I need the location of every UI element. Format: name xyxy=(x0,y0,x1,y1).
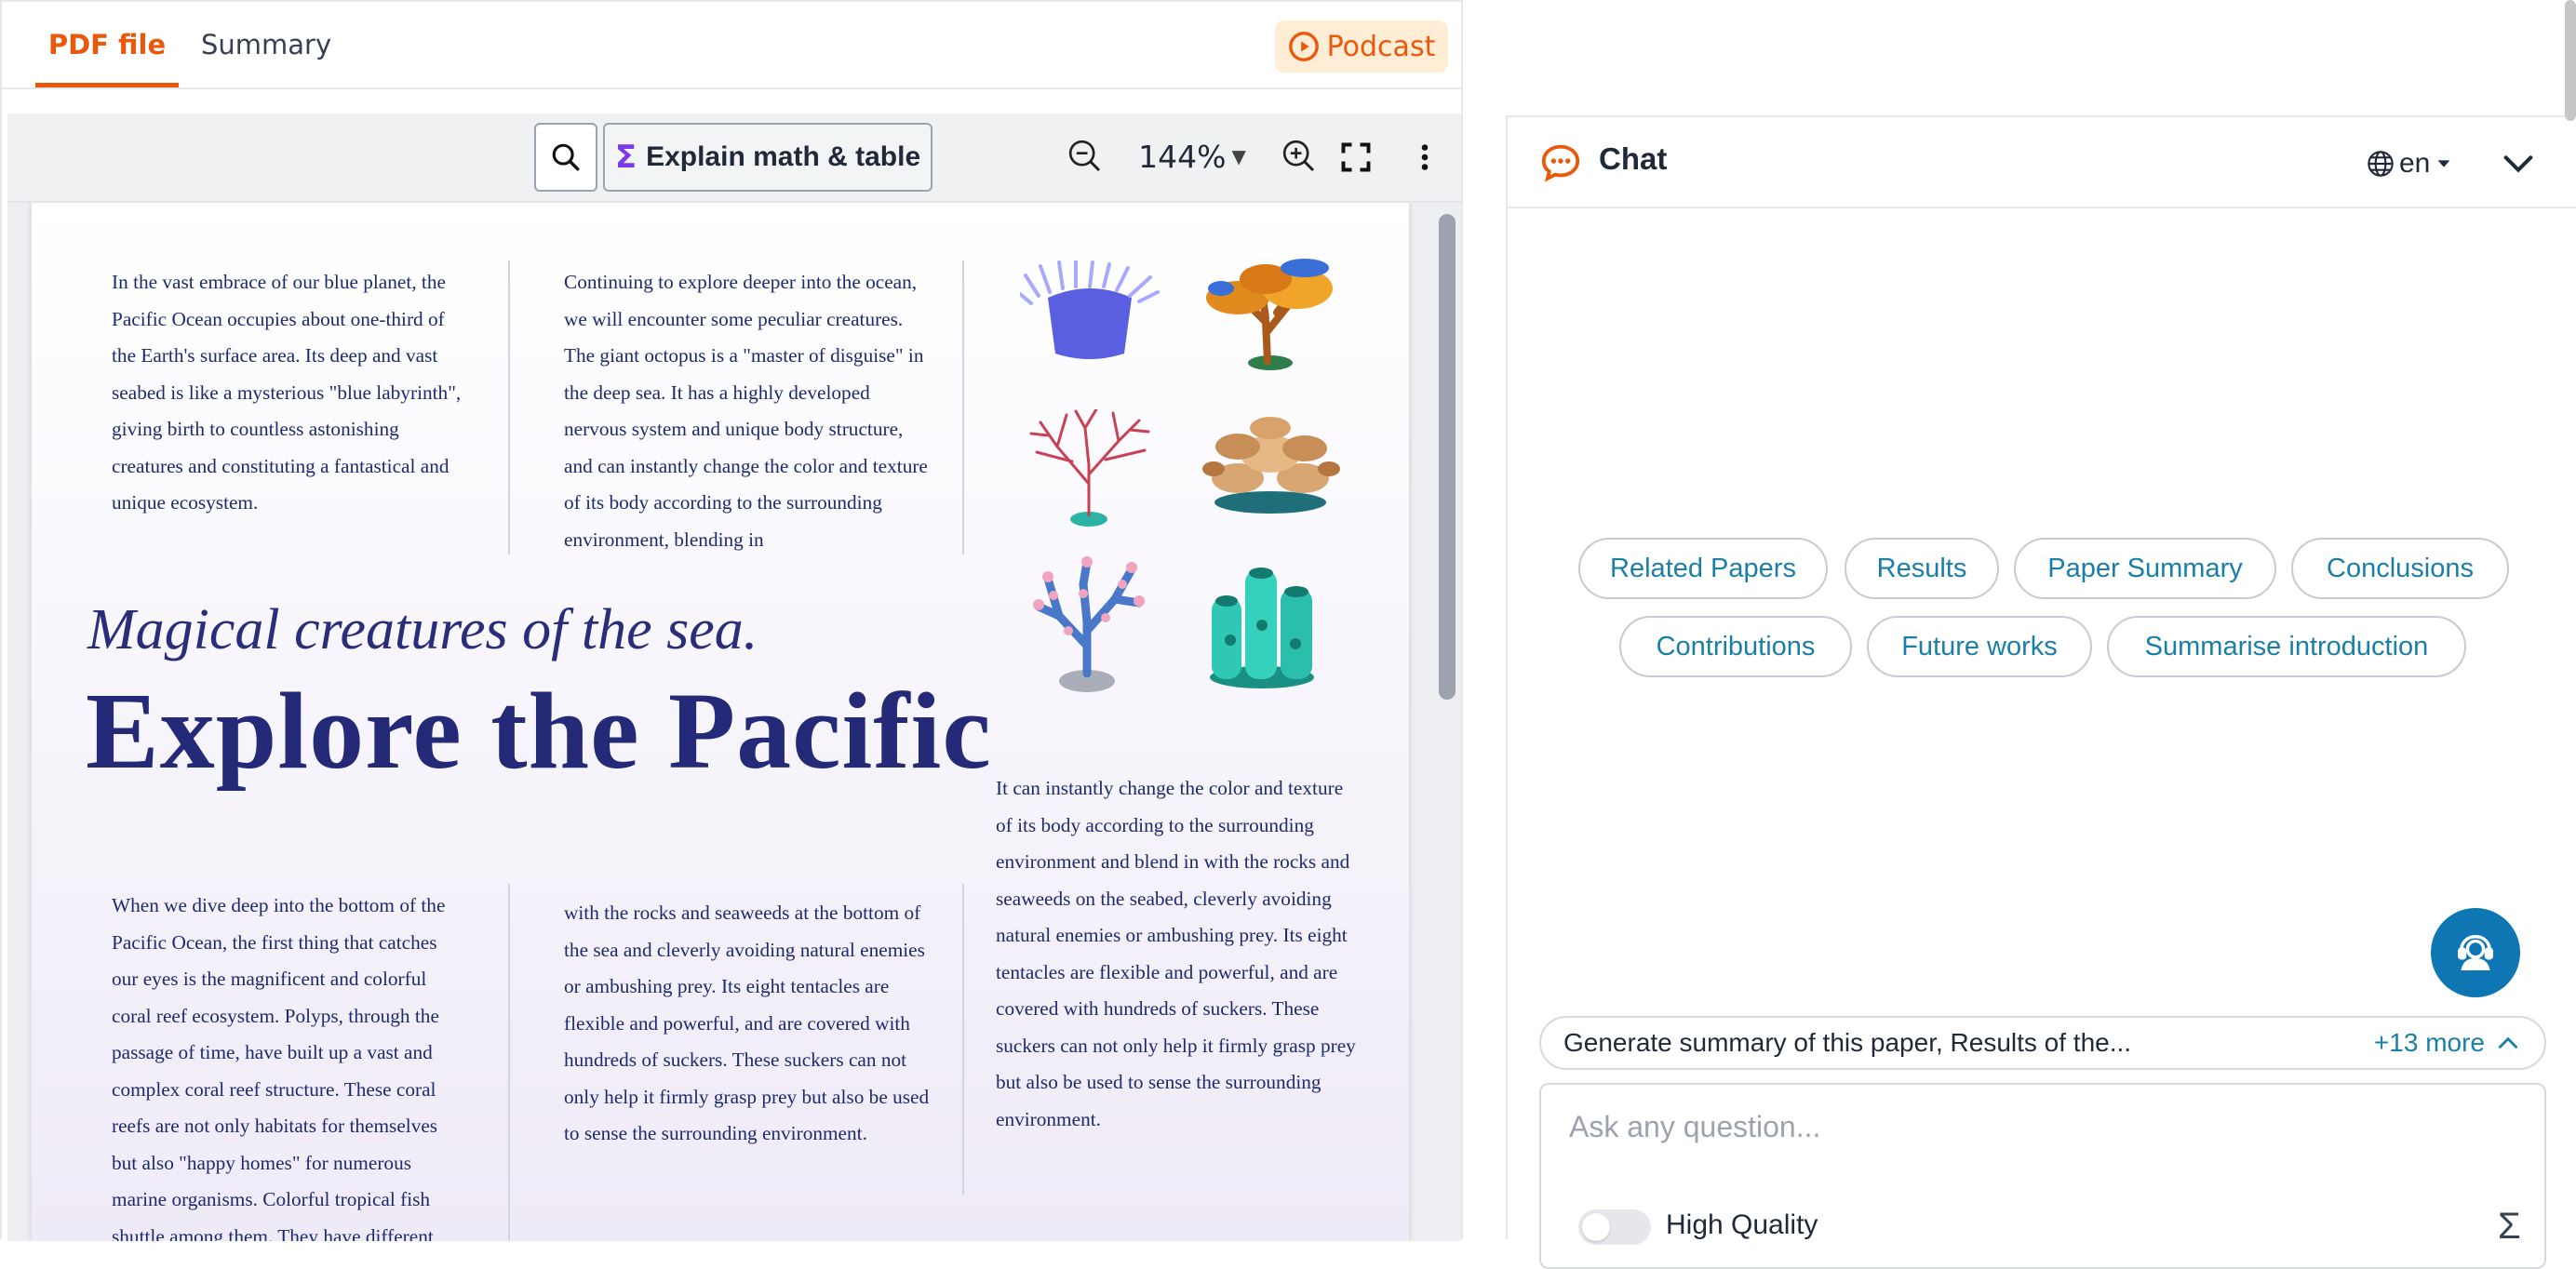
high-quality-label: High Quality xyxy=(1666,1209,1818,1240)
pdf-page: In the vast embrace of our blue planet, … xyxy=(32,203,1409,1241)
chip-future-works[interactable]: Future works xyxy=(1867,616,2092,677)
column-divider xyxy=(508,884,510,1241)
tab-summary[interactable]: Summary xyxy=(201,2,331,87)
search-icon xyxy=(552,143,580,171)
question-input-box: High Quality Σ xyxy=(1539,1083,2546,1269)
chip-related-papers[interactable]: Related Papers xyxy=(1578,538,1828,599)
chip-paper-summary[interactable]: Paper Summary xyxy=(2014,538,2276,599)
more-suggestions-button[interactable]: +13 more xyxy=(2374,1018,2520,1068)
tab-pdf-file[interactable]: PDF file xyxy=(35,2,179,87)
pdf-viewer[interactable]: In the vast embrace of our blue planet, … xyxy=(7,203,1461,1241)
fullscreen-icon xyxy=(1341,142,1371,172)
podcast-button[interactable]: Podcast xyxy=(1275,20,1448,73)
pdf-scroll-thumb[interactable] xyxy=(1439,214,1456,700)
chat-header: Chat en xyxy=(1508,117,2576,208)
fullscreen-button[interactable] xyxy=(1333,134,1379,180)
toggle-knob xyxy=(1582,1213,1610,1241)
globe-icon xyxy=(2368,151,2394,177)
window-scrollbar[interactable] xyxy=(2565,0,2576,121)
column-divider xyxy=(508,260,510,554)
zoom-out-button[interactable] xyxy=(1061,132,1109,180)
support-button[interactable] xyxy=(2431,908,2520,997)
column-divider xyxy=(962,260,964,554)
chip-results[interactable]: Results xyxy=(1845,538,1999,599)
chat-bubble-icon xyxy=(1541,144,1580,182)
zoom-value: 144% xyxy=(1138,138,1227,175)
language-value: en xyxy=(2399,148,2431,179)
teal-tube-coral-image xyxy=(1210,568,1314,688)
play-circle-icon xyxy=(1288,32,1319,61)
caret-down-icon xyxy=(2437,160,2450,167)
pdf-toolbar: Σ Explain math & table 144% ▼ xyxy=(7,114,1461,203)
pdf-panel: PDF file Summary Podcast Σ Explain math … xyxy=(0,0,1463,1241)
podcast-label: Podcast xyxy=(1326,30,1436,63)
math-sigma-button[interactable]: Σ xyxy=(2498,1206,2521,1248)
pink-blue-coral-image xyxy=(1033,556,1145,692)
suggestions-bar[interactable]: Generate summary of this paper, Results … xyxy=(1539,1016,2546,1070)
sigma-icon: Σ xyxy=(614,139,637,176)
language-select[interactable]: en xyxy=(2366,143,2454,184)
chip-conclusions[interactable]: Conclusions xyxy=(2291,538,2509,599)
chip-summarise-introduction[interactable]: Summarise introduction xyxy=(2107,616,2466,677)
more-suggestions-label: +13 more xyxy=(2373,1028,2485,1057)
more-vertical-icon xyxy=(1421,144,1429,170)
chat-panel: Chat en Related Papers Results Paper Sum… xyxy=(1506,115,2576,1269)
red-fan-coral-image xyxy=(1029,409,1150,527)
zoom-in-button[interactable] xyxy=(1275,132,1323,180)
paragraph-tentacles: with the rocks and seaweeds at the botto… xyxy=(564,902,930,1144)
tab-bar: PDF file Summary Podcast xyxy=(2,2,1461,89)
sea-anemone-image xyxy=(1020,260,1160,359)
more-options-button[interactable] xyxy=(1402,134,1448,180)
chip-contributions[interactable]: Contributions xyxy=(1619,616,1852,677)
explain-label: Explain math & table xyxy=(646,141,921,172)
support-agent-icon xyxy=(2458,935,2493,970)
column-divider xyxy=(962,884,964,1195)
chevron-down-icon[interactable] xyxy=(2498,145,2539,182)
zoom-select[interactable]: 144% ▼ xyxy=(1132,130,1253,182)
document-subtitle: Magical creatures of the sea. xyxy=(87,598,758,661)
search-button[interactable] xyxy=(534,123,597,192)
question-input[interactable] xyxy=(1569,1103,2500,1150)
chat-title: Chat xyxy=(1599,141,1668,176)
paragraph-octopus: Continuing to explore deeper into the oc… xyxy=(564,271,928,551)
explain-math-table-button[interactable]: Σ Explain math & table xyxy=(603,123,932,192)
orange-coral-image xyxy=(1206,259,1333,370)
caret-down-icon: ▼ xyxy=(1231,145,1246,167)
paragraph-octopus-continued: It can instantly change the color and te… xyxy=(996,777,1356,1130)
mushroom-coral-image xyxy=(1202,417,1340,514)
document-headline: Explore the Pacific xyxy=(86,670,992,792)
paragraph-intro: In the vast embrace of our blue planet, … xyxy=(112,271,462,514)
suggestion-text[interactable]: Generate summary of this paper, Results … xyxy=(1563,1018,2131,1068)
chevron-up-icon xyxy=(2498,1036,2518,1049)
zoom-in-icon xyxy=(1282,140,1315,172)
high-quality-toggle[interactable] xyxy=(1578,1209,1651,1245)
zoom-out-icon xyxy=(1068,140,1101,172)
paragraph-coral-reef: When we dive deep into the bottom of the… xyxy=(112,894,446,1241)
